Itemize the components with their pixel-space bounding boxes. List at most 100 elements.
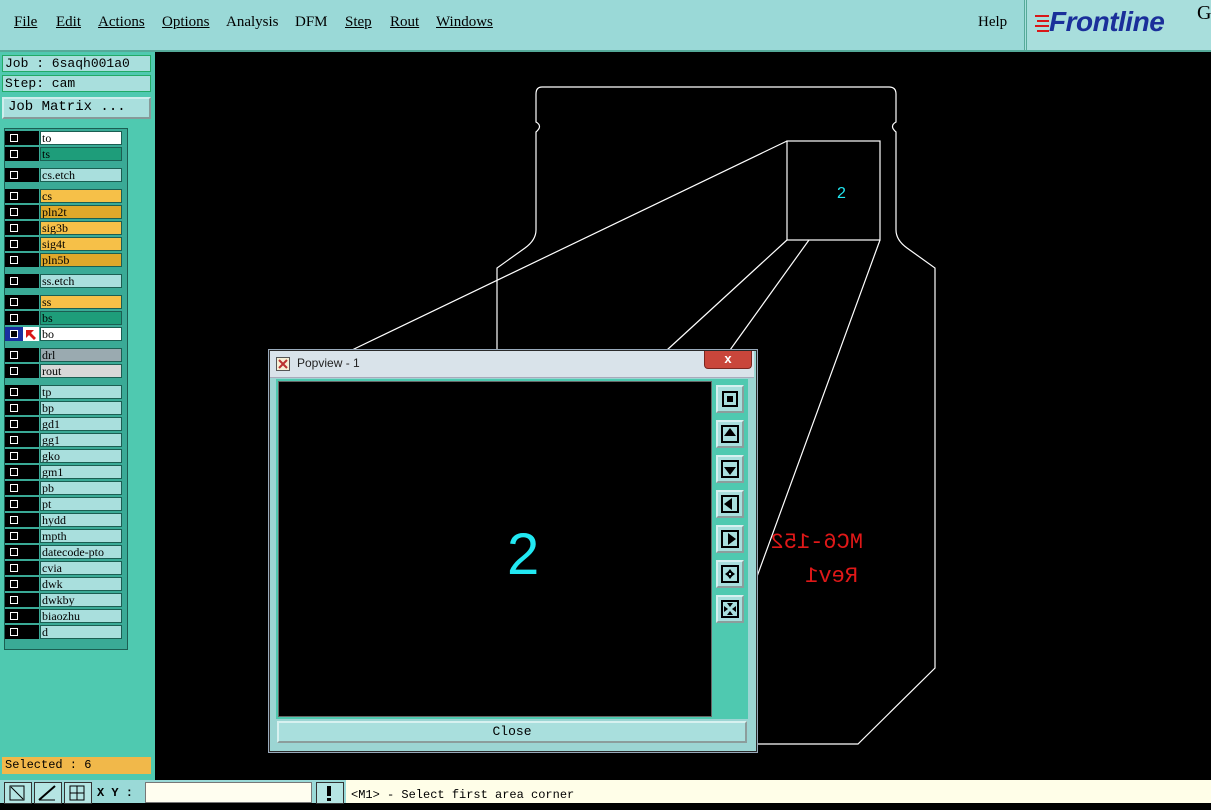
layer-row-dwk[interactable]: dwk — [5, 577, 124, 591]
grid-button[interactable] — [64, 782, 92, 804]
layer-name[interactable]: mpth — [40, 529, 122, 543]
layer-affected-toggle[interactable] — [23, 237, 39, 251]
layer-checkbox[interactable] — [5, 417, 23, 431]
layer-checkbox[interactable] — [5, 593, 23, 607]
layer-affected-toggle[interactable] — [23, 147, 39, 161]
layer-row-sig3b[interactable]: sig3b — [5, 221, 124, 235]
job-matrix-button[interactable]: Job Matrix ... — [2, 97, 151, 119]
layer-row-gko[interactable]: gko — [5, 449, 124, 463]
layer-checkbox[interactable] — [5, 481, 23, 495]
layer-affected-toggle[interactable] — [23, 131, 39, 145]
layer-checkbox[interactable] — [5, 348, 23, 362]
pan-left-button[interactable] — [716, 490, 744, 518]
menu-step[interactable]: Step — [345, 14, 372, 31]
layer-name[interactable]: cs.etch — [40, 168, 122, 182]
popview-close-button[interactable]: Close — [277, 721, 747, 743]
layer-name[interactable]: drl — [40, 348, 122, 362]
layer-checkbox[interactable] — [5, 449, 23, 463]
layer-name[interactable]: pb — [40, 481, 122, 495]
layer-affected-toggle[interactable] — [23, 561, 39, 575]
layer-name[interactable]: bo — [40, 327, 122, 341]
layer-checkbox[interactable] — [5, 237, 23, 251]
layer-checkbox[interactable] — [5, 311, 23, 325]
layer-row-to[interactable]: to — [5, 131, 124, 145]
xy-coordinate-field[interactable] — [145, 782, 312, 803]
layer-checkbox[interactable] — [5, 147, 23, 161]
layer-affected-toggle[interactable] — [23, 417, 39, 431]
layer-checkbox[interactable] — [5, 131, 23, 145]
layer-row-ss[interactable]: ss — [5, 295, 124, 309]
layer-row-biaozhu[interactable]: biaozhu — [5, 609, 124, 623]
layer-row-bp[interactable]: bp — [5, 401, 124, 415]
layer-row-hydd[interactable]: hydd — [5, 513, 124, 527]
layer-affected-toggle[interactable] — [23, 545, 39, 559]
layer-name[interactable]: datecode-pto — [40, 545, 122, 559]
zoom-out-button[interactable] — [716, 595, 744, 623]
zoom-in-button[interactable] — [716, 560, 744, 588]
layer-row-ss-etch[interactable]: ss.etch — [5, 274, 124, 288]
zoom-window-button[interactable] — [4, 782, 32, 804]
layer-row-drl[interactable]: drl — [5, 348, 124, 362]
layer-affected-toggle[interactable] — [23, 497, 39, 511]
layer-checkbox[interactable] — [5, 529, 23, 543]
layer-affected-toggle[interactable] — [23, 513, 39, 527]
layer-checkbox[interactable] — [5, 274, 23, 288]
layer-row-pt[interactable]: pt — [5, 497, 124, 511]
layer-affected-toggle[interactable] — [23, 295, 39, 309]
menu-help[interactable]: Help — [978, 14, 1007, 31]
layer-affected-toggle[interactable] — [23, 465, 39, 479]
layer-row-mpth[interactable]: mpth — [5, 529, 124, 543]
layer-name[interactable]: gko — [40, 449, 122, 463]
layer-row-cs-etch[interactable]: cs.etch — [5, 168, 124, 182]
layer-row-pb[interactable]: pb — [5, 481, 124, 495]
menu-analysis[interactable]: Analysis — [226, 14, 279, 31]
layer-checkbox[interactable] — [5, 221, 23, 235]
layer-name[interactable]: cs — [40, 189, 122, 203]
layer-name[interactable]: ts — [40, 147, 122, 161]
layer-affected-toggle[interactable] — [23, 449, 39, 463]
layer-affected-toggle[interactable] — [23, 221, 39, 235]
layer-affected-toggle[interactable] — [23, 385, 39, 399]
layer-checkbox[interactable] — [5, 497, 23, 511]
menu-options[interactable]: Options — [162, 14, 210, 31]
layer-affected-toggle[interactable] — [23, 348, 39, 362]
layer-row-dwkby[interactable]: dwkby — [5, 593, 124, 607]
zoom-home-button[interactable] — [716, 385, 744, 413]
layer-row-ts[interactable]: ts — [5, 147, 124, 161]
layer-row-cvia[interactable]: cvia — [5, 561, 124, 575]
layer-affected-toggle[interactable] — [23, 364, 39, 378]
layer-affected-toggle[interactable] — [23, 593, 39, 607]
layer-checkbox[interactable] — [5, 253, 23, 267]
menu-dfm[interactable]: DFM — [295, 14, 328, 31]
pan-down-button[interactable] — [716, 455, 744, 483]
layer-affected-toggle[interactable] — [23, 481, 39, 495]
layer-row-datecode-pto[interactable]: datecode-pto — [5, 545, 124, 559]
layer-checkbox[interactable] — [5, 433, 23, 447]
layer-affected-toggle[interactable] — [23, 205, 39, 219]
layer-affected-toggle[interactable] — [23, 189, 39, 203]
layer-row-sig4t[interactable]: sig4t — [5, 237, 124, 251]
layer-affected-toggle[interactable] — [23, 274, 39, 288]
layer-name[interactable]: ss — [40, 295, 122, 309]
layer-checkbox[interactable] — [5, 625, 23, 639]
layer-checkbox[interactable] — [5, 401, 23, 415]
layer-row-rout[interactable]: rout — [5, 364, 124, 378]
menu-edit[interactable]: Edit — [56, 14, 81, 31]
layer-row-bs[interactable]: bs — [5, 311, 124, 325]
layer-name[interactable]: pln5b — [40, 253, 122, 267]
layer-name[interactable]: cvia — [40, 561, 122, 575]
layer-row-pln2t[interactable]: pln2t — [5, 205, 124, 219]
layer-name[interactable]: gg1 — [40, 433, 122, 447]
layer-affected-toggle[interactable] — [23, 529, 39, 543]
layer-checkbox[interactable] — [5, 189, 23, 203]
layer-name[interactable]: bp — [40, 401, 122, 415]
layer-name[interactable]: rout — [40, 364, 122, 378]
layer-name[interactable]: ss.etch — [40, 274, 122, 288]
layer-name[interactable]: to — [40, 131, 122, 145]
layer-checkbox[interactable] — [5, 561, 23, 575]
layer-checkbox[interactable] — [5, 577, 23, 591]
alert-button[interactable] — [316, 782, 344, 804]
layer-name[interactable]: dwk — [40, 577, 122, 591]
popview-titlebar[interactable]: Popview - 1 x — [270, 351, 754, 378]
layer-checkbox[interactable] — [5, 205, 23, 219]
